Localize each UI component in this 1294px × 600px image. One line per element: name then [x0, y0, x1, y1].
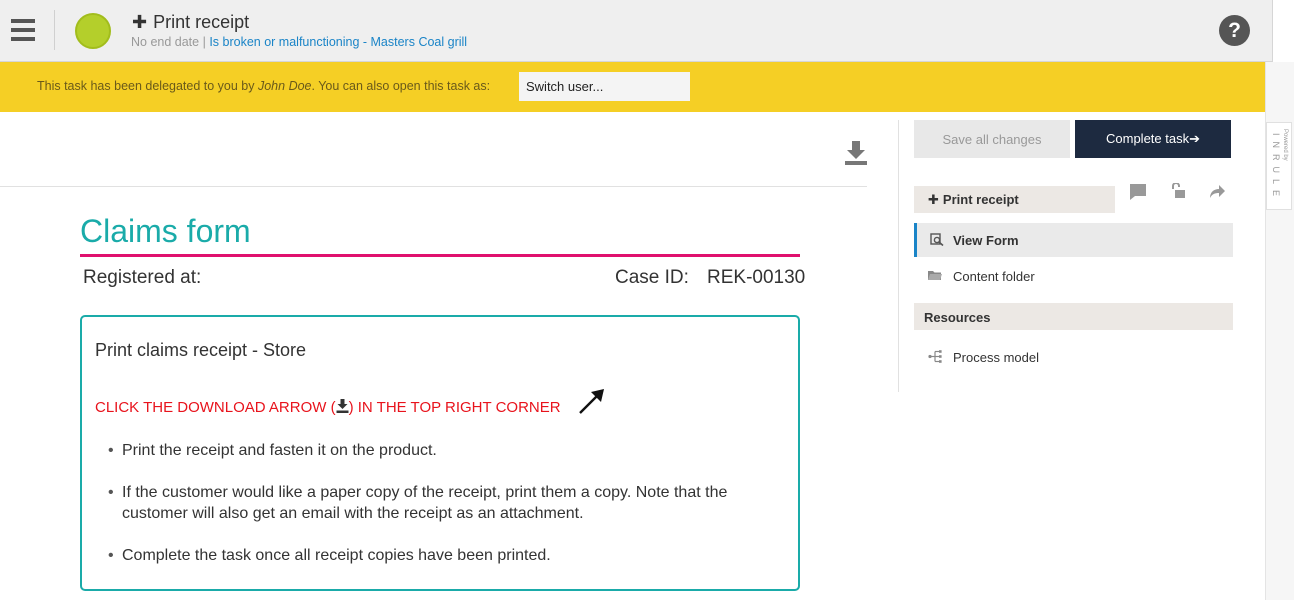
resource-process-model[interactable]: Process model	[914, 340, 1233, 374]
list-item: Print the receipt and fasten it on the p…	[108, 440, 778, 461]
nav-content-folder[interactable]: Content folder	[914, 259, 1233, 293]
inrule-badge[interactable]: Powered by INRULE	[1266, 122, 1292, 210]
complete-task-button[interactable]: Complete task➔	[1075, 120, 1231, 158]
download-warning: CLICK THE DOWNLOAD ARROW ( ) IN THE TOP R…	[95, 399, 561, 416]
delegation-banner: This task has been delegated to you by J…	[0, 62, 1265, 112]
delegation-text-after: . You can also open this task as:	[311, 79, 491, 93]
task-status-indicator	[75, 13, 111, 49]
download-icon[interactable]	[843, 140, 869, 166]
resources-header: Resources	[914, 303, 1233, 330]
nav-view-form[interactable]: View Form	[914, 223, 1233, 257]
delegator-name: John Doe	[257, 79, 312, 93]
folder-icon	[928, 269, 942, 282]
list-item: If the customer would like a paper copy …	[108, 482, 778, 524]
end-date-text: No end date	[131, 35, 200, 49]
save-all-changes-button[interactable]: Save all changes	[914, 120, 1070, 158]
delegation-text-before: This task has been delegated to you by	[37, 79, 258, 93]
nav-label: Content folder	[953, 269, 1035, 284]
title-underline	[80, 254, 800, 257]
task-title-text: Print receipt	[153, 12, 250, 32]
comment-icon[interactable]	[1129, 183, 1147, 201]
instructions-list: Print the receipt and fasten it on the p…	[108, 440, 778, 587]
switch-user-input[interactable]	[519, 72, 690, 101]
nav-label: View Form	[953, 233, 1019, 248]
instructions-card: Print claims receipt - Store CLICK THE D…	[80, 315, 800, 591]
delegation-message: This task has been delegated to you by J…	[37, 79, 490, 93]
registered-at-label: Registered at:	[83, 267, 202, 288]
task-tag-label: Print receipt	[942, 192, 1019, 207]
card-title: Print claims receipt - Store	[95, 340, 307, 360]
hamburger-menu-icon[interactable]	[11, 19, 35, 41]
list-item: Complete the task once all receipt copie…	[108, 545, 778, 566]
powered-by-text: Powered by	[1282, 129, 1288, 161]
subtitle-separator: |	[202, 35, 206, 49]
task-header: ✚ Print receipt No end date | Is broken o…	[0, 0, 1273, 62]
case-id-label: Case ID:	[615, 267, 689, 288]
task-title: ✚ Print receipt	[132, 12, 249, 33]
case-link[interactable]: Is broken or malfunctioning - Masters Co…	[209, 35, 467, 49]
task-subtitle: No end date | Is broken or malfunctionin…	[131, 35, 467, 49]
panel-divider	[898, 120, 899, 392]
view-form-icon	[930, 233, 944, 247]
case-id-value: REK-00130	[707, 267, 806, 288]
header-divider	[54, 10, 55, 50]
nav-label: Process model	[953, 350, 1039, 365]
help-icon[interactable]: ?	[1219, 15, 1250, 46]
task-tag: ✚ Print receipt	[914, 186, 1115, 213]
download-inline-icon	[336, 399, 349, 413]
share-icon[interactable]	[1208, 183, 1226, 201]
arrow-right-icon: ➔	[1189, 131, 1200, 146]
inrule-logo: INRULE	[1271, 133, 1281, 203]
form-title: Claims form	[80, 213, 251, 249]
arrow-up-right-icon	[576, 385, 608, 417]
complete-task-label: Complete task	[1106, 131, 1190, 146]
plus-icon: ✚	[928, 192, 939, 207]
plus-icon: ✚	[132, 12, 148, 32]
unlock-icon[interactable]	[1170, 182, 1188, 201]
process-model-icon	[928, 350, 942, 363]
warning-text-before: CLICK THE DOWNLOAD ARROW (	[95, 399, 336, 416]
toolbar-divider	[0, 186, 867, 187]
warning-text-after: ) IN THE TOP RIGHT CORNER	[348, 399, 561, 416]
